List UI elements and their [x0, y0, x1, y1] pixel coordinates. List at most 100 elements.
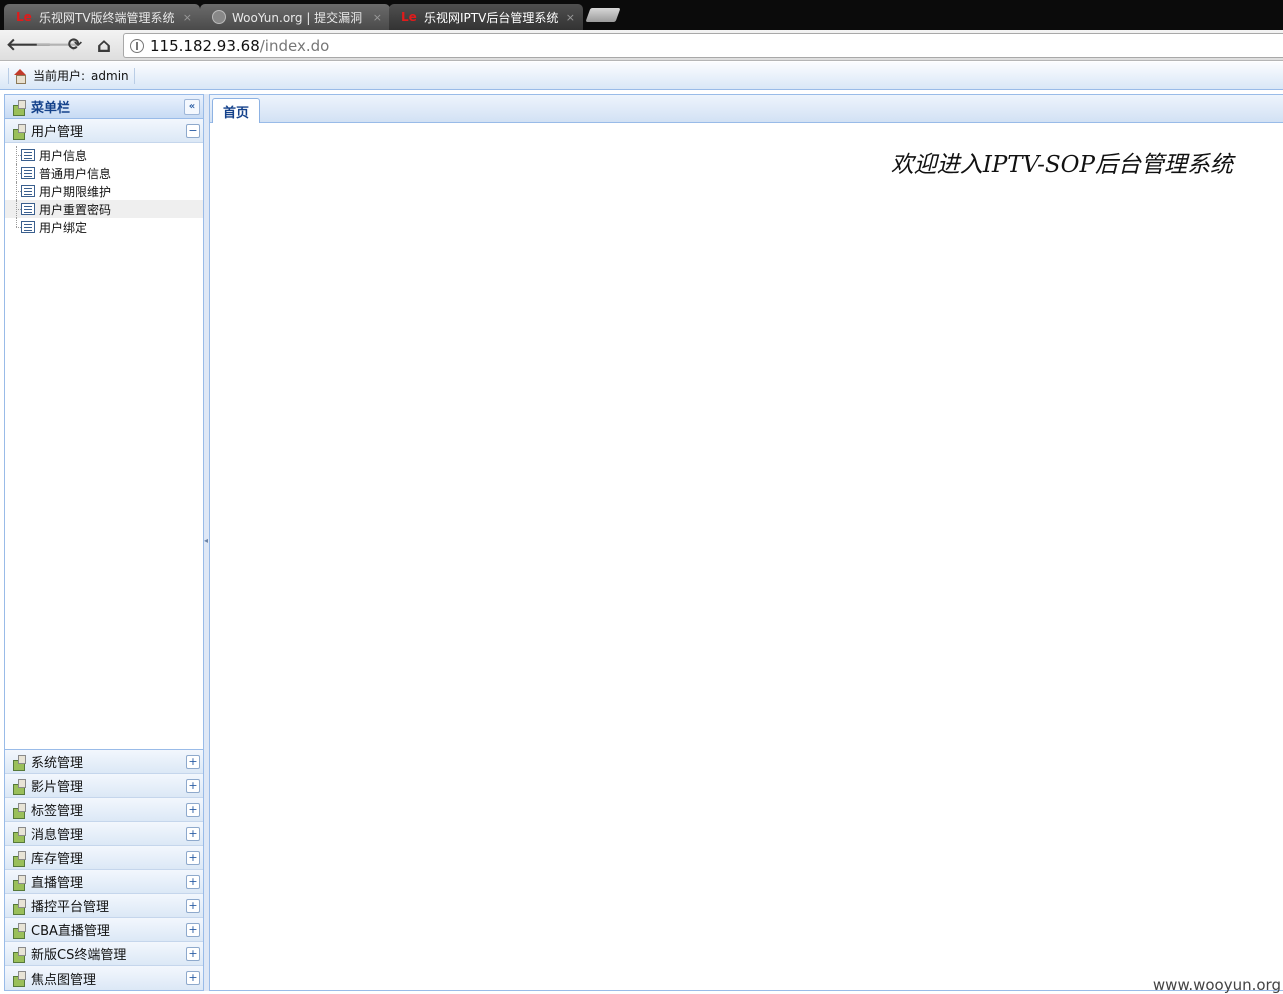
new-tab-button[interactable] [585, 8, 621, 22]
tree-icon [11, 754, 27, 771]
accordion-header-user-management[interactable]: 用户管理 − [5, 119, 203, 143]
browser-tab-title: 乐视网TV版终端管理系统 [39, 10, 175, 25]
menu-panel-title: 菜单栏 [31, 101, 71, 116]
menu-item-label: 用户期限维护 [39, 184, 112, 199]
accordion-title: 用户管理 [31, 125, 84, 140]
tree-icon [11, 778, 27, 795]
accordion-header-playback-control-management[interactable]: 播控平台管理 + [5, 894, 203, 918]
accordion-title: 消息管理 [31, 828, 84, 843]
expand-icon[interactable]: + [186, 971, 200, 985]
home-icon[interactable]: ⌂ [93, 34, 115, 56]
tree-icon [11, 970, 27, 987]
tree-icon [11, 850, 27, 867]
page-icon [21, 167, 35, 179]
accordion-title: 播控平台管理 [31, 900, 110, 915]
tree-icon [11, 802, 27, 819]
accordion-header-focus-image-management[interactable]: 焦点图管理 + [5, 966, 203, 990]
expand-icon[interactable]: + [186, 922, 200, 937]
accordion-body-user-management: 用户信息 普通用户信息 用户期限维护 用户重置密码 用户绑定 [5, 143, 203, 750]
browser-tab-active[interactable]: Le 乐视网IPTV后台管理系统 × [389, 4, 583, 30]
tree-icon [11, 898, 27, 915]
tree-icon [11, 946, 27, 963]
expand-icon[interactable]: + [186, 778, 200, 793]
accordion-title: 库存管理 [31, 852, 84, 867]
close-icon[interactable]: × [373, 11, 382, 24]
tree-icon [11, 874, 27, 891]
menu-item-normal-user-info[interactable]: 普通用户信息 [5, 164, 203, 182]
content-tab-strip: 首页 [210, 95, 1283, 123]
collapse-icon[interactable]: − [186, 123, 200, 138]
accordion-title: 系统管理 [31, 756, 84, 771]
tree-icon [11, 99, 27, 116]
accordion-header-system-management[interactable]: 系统管理 + [5, 750, 203, 774]
menu-item-user-info[interactable]: 用户信息 [5, 146, 203, 164]
menu-panel: 菜单栏 « 用户管理 − 用户信息 普通用户信息 用户期限维护 用户重置密码 用… [4, 94, 204, 991]
expand-icon[interactable]: + [186, 850, 200, 865]
browser-tabstrip: Le 乐视网TV版终端管理系统 × WooYun.org | 提交漏洞 × Le… [0, 0, 1283, 30]
tree-icon [11, 922, 27, 939]
menu-item-label: 普通用户信息 [39, 166, 112, 181]
expand-icon[interactable]: + [186, 898, 200, 913]
browser-tab[interactable]: WooYun.org | 提交漏洞 × [200, 4, 390, 30]
page-icon [21, 221, 35, 233]
divider [8, 67, 9, 84]
expand-icon[interactable]: + [186, 946, 200, 961]
close-icon[interactable]: × [183, 11, 192, 24]
tree-icon [11, 826, 27, 843]
accordion-header-tag-management[interactable]: 标签管理 + [5, 798, 203, 822]
expand-icon[interactable]: + [186, 826, 200, 841]
menu-item-user-term-maintenance[interactable]: 用户期限维护 [5, 182, 203, 200]
splitter-grip-icon[interactable]: ◂ [204, 536, 208, 545]
accordion-header-film-management[interactable]: 影片管理 + [5, 774, 203, 798]
menu-item-label: 用户重置密码 [39, 202, 112, 217]
app-header: 当前用户: admin [0, 62, 1283, 90]
accordion-title: 影片管理 [31, 780, 84, 795]
accordion-title: 新版CS终端管理 [31, 948, 127, 963]
letv-logo-icon: Le [401, 10, 417, 24]
page-info-icon[interactable] [130, 38, 144, 53]
globe-icon [212, 10, 226, 24]
browser-tab-title: WooYun.org | 提交漏洞 [232, 10, 363, 25]
watermark: www.wooyun.org [1152, 976, 1281, 994]
home-icon [13, 69, 27, 84]
back-icon[interactable]: 🡐 [6, 34, 52, 56]
address-bar[interactable]: 115.182.93.68/index.do [123, 33, 1283, 58]
reload-icon[interactable]: ⟳ [64, 34, 86, 56]
menu-item-user-binding[interactable]: 用户绑定 [5, 218, 203, 236]
page-icon [21, 203, 35, 215]
close-icon[interactable]: × [566, 11, 575, 24]
current-user-name: admin [91, 68, 129, 83]
accordion-header-cba-live-management[interactable]: CBA直播管理 + [5, 918, 203, 942]
browser-toolbar: 🡐 🡒 ⟳ ⌂ 115.182.93.68/index.do [0, 30, 1283, 61]
content-panel: 首页 欢迎进入IPTV-SOP后台管理系统 [209, 94, 1283, 991]
collapse-panel-button[interactable]: « [184, 98, 200, 115]
accordion-title: 焦点图管理 [31, 972, 97, 988]
browser-tab-title: 乐视网IPTV后台管理系统 [424, 10, 559, 25]
accordion-header-live-management[interactable]: 直播管理 + [5, 870, 203, 894]
letv-logo-icon: Le [16, 10, 32, 24]
menu-item-label: 用户绑定 [39, 220, 88, 235]
accordion-title: CBA直播管理 [31, 924, 110, 939]
accordion-header-message-management[interactable]: 消息管理 + [5, 822, 203, 846]
tree-line [16, 218, 17, 227]
expand-icon[interactable]: + [186, 754, 200, 769]
divider [133, 67, 135, 84]
url-path: /index.do [259, 36, 330, 55]
page-icon [21, 149, 35, 161]
current-user-label: 当前用户: [33, 69, 86, 83]
menu-item-user-reset-password[interactable]: 用户重置密码 [5, 200, 203, 218]
url-host: 115.182.93.68 [150, 36, 260, 55]
accordion-header-inventory-management[interactable]: 库存管理 + [5, 846, 203, 870]
accordion-title: 标签管理 [31, 804, 84, 819]
accordion-header-cs-terminal-management[interactable]: 新版CS终端管理 + [5, 942, 203, 966]
forward-icon[interactable]: 🡒 [35, 34, 81, 56]
expand-icon[interactable]: + [186, 874, 200, 889]
tree-icon [11, 123, 27, 140]
browser-tab[interactable]: Le 乐视网TV版终端管理系统 × [4, 4, 200, 30]
welcome-message: 欢迎进入IPTV-SOP后台管理系统 [890, 152, 1233, 178]
page-icon [21, 185, 35, 197]
menu-panel-header: 菜单栏 « [5, 95, 203, 119]
expand-icon[interactable]: + [186, 802, 200, 817]
accordion-title: 直播管理 [31, 876, 84, 891]
tab-home[interactable]: 首页 [212, 98, 260, 123]
